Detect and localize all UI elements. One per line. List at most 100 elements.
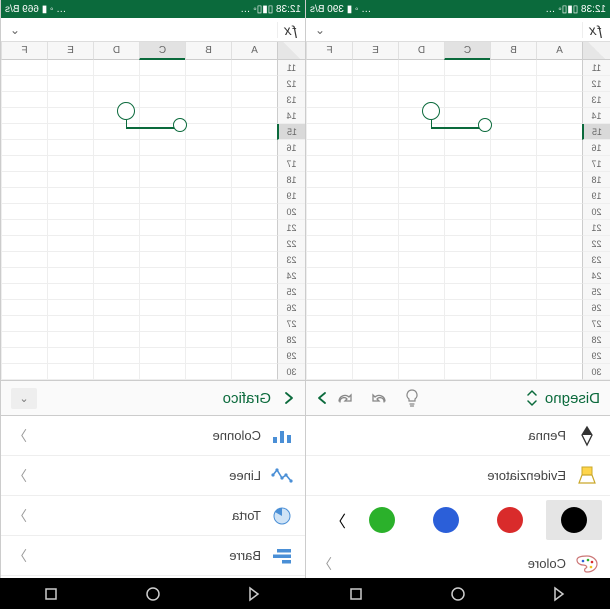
option-highlighter[interactable]: Evidenziatore xyxy=(306,456,610,496)
cell[interactable] xyxy=(536,172,582,188)
cell[interactable] xyxy=(536,108,582,124)
cell[interactable] xyxy=(231,172,277,188)
cell[interactable] xyxy=(398,364,444,380)
col-header[interactable]: C xyxy=(444,42,490,60)
cell[interactable] xyxy=(490,188,536,204)
option-columns[interactable]: Colonne 〉 xyxy=(1,416,305,456)
cell[interactable] xyxy=(93,156,139,172)
cell[interactable] xyxy=(352,332,398,348)
cell[interactable] xyxy=(93,60,139,76)
updown-icon[interactable] xyxy=(525,390,539,406)
cell[interactable] xyxy=(93,236,139,252)
cell[interactable] xyxy=(1,236,47,252)
cell[interactable] xyxy=(231,300,277,316)
cell[interactable] xyxy=(306,300,352,316)
bulb-icon[interactable] xyxy=(404,389,420,407)
cell[interactable] xyxy=(536,204,582,220)
cell[interactable] xyxy=(1,204,47,220)
cell[interactable] xyxy=(536,300,582,316)
drawn-shape[interactable] xyxy=(117,102,187,132)
row-header[interactable]: 28 xyxy=(582,332,610,348)
cell[interactable] xyxy=(306,204,352,220)
cell[interactable] xyxy=(490,252,536,268)
row-header[interactable]: 17 xyxy=(277,156,305,172)
cell[interactable] xyxy=(352,188,398,204)
cell[interactable] xyxy=(536,220,582,236)
row-header[interactable]: 18 xyxy=(277,172,305,188)
fx-icon[interactable]: ƒx xyxy=(582,22,610,38)
cell[interactable] xyxy=(93,188,139,204)
cell[interactable] xyxy=(398,172,444,188)
cell[interactable] xyxy=(444,252,490,268)
cell[interactable] xyxy=(352,172,398,188)
cell[interactable] xyxy=(306,76,352,92)
row-header[interactable]: 22 xyxy=(277,236,305,252)
cell[interactable] xyxy=(1,252,47,268)
cell[interactable] xyxy=(1,108,47,124)
row-header[interactable]: 23 xyxy=(277,252,305,268)
cell[interactable] xyxy=(490,108,536,124)
cell[interactable] xyxy=(490,140,536,156)
row-header[interactable]: 29 xyxy=(582,348,610,364)
row-header[interactable]: 30 xyxy=(277,364,305,380)
cell[interactable] xyxy=(47,124,93,140)
row-header[interactable]: 20 xyxy=(582,204,610,220)
nav-home[interactable] xyxy=(145,586,161,602)
cell[interactable] xyxy=(536,348,582,364)
cell[interactable] xyxy=(306,220,352,236)
cell[interactable] xyxy=(139,236,185,252)
cell[interactable] xyxy=(1,364,47,380)
cell[interactable] xyxy=(1,300,47,316)
option-lines[interactable]: Linee 〉 xyxy=(1,456,305,496)
row-header[interactable]: 21 xyxy=(582,220,610,236)
cell[interactable] xyxy=(1,60,47,76)
col-header[interactable]: A xyxy=(536,42,582,60)
cell[interactable] xyxy=(398,236,444,252)
row-header[interactable]: 26 xyxy=(277,300,305,316)
cell[interactable] xyxy=(139,188,185,204)
row-header[interactable]: 16 xyxy=(277,140,305,156)
cell[interactable] xyxy=(1,268,47,284)
cell[interactable] xyxy=(306,172,352,188)
cell[interactable] xyxy=(1,92,47,108)
ribbon-title[interactable]: Disegno xyxy=(545,390,600,407)
cell[interactable] xyxy=(352,204,398,220)
cell[interactable] xyxy=(306,156,352,172)
cell[interactable] xyxy=(306,188,352,204)
cell[interactable] xyxy=(490,204,536,220)
cell[interactable] xyxy=(536,236,582,252)
cell[interactable] xyxy=(231,268,277,284)
cell[interactable] xyxy=(490,348,536,364)
cell[interactable] xyxy=(139,268,185,284)
cell[interactable] xyxy=(139,252,185,268)
cell[interactable] xyxy=(398,252,444,268)
cell[interactable] xyxy=(490,300,536,316)
cell[interactable] xyxy=(185,172,231,188)
col-header[interactable]: E xyxy=(352,42,398,60)
cell[interactable] xyxy=(93,220,139,236)
swatch-red[interactable] xyxy=(482,500,538,540)
cell[interactable] xyxy=(47,172,93,188)
cell[interactable] xyxy=(185,348,231,364)
cell[interactable] xyxy=(139,156,185,172)
row-header[interactable]: 30 xyxy=(582,364,610,380)
cell[interactable] xyxy=(398,316,444,332)
nav-home[interactable] xyxy=(450,586,466,602)
cell[interactable] xyxy=(398,156,444,172)
row-header[interactable]: 14 xyxy=(582,108,610,124)
cell[interactable] xyxy=(185,140,231,156)
cell[interactable] xyxy=(93,76,139,92)
cell[interactable] xyxy=(398,268,444,284)
cell[interactable] xyxy=(47,236,93,252)
cell[interactable] xyxy=(536,76,582,92)
cell[interactable] xyxy=(352,316,398,332)
row-header[interactable]: 15 xyxy=(277,124,305,140)
row-header[interactable]: 25 xyxy=(582,284,610,300)
cell[interactable] xyxy=(444,204,490,220)
cell[interactable] xyxy=(398,220,444,236)
cell[interactable] xyxy=(306,252,352,268)
cell[interactable] xyxy=(231,348,277,364)
cell[interactable] xyxy=(398,332,444,348)
cell[interactable] xyxy=(398,348,444,364)
col-header[interactable]: B xyxy=(490,42,536,60)
